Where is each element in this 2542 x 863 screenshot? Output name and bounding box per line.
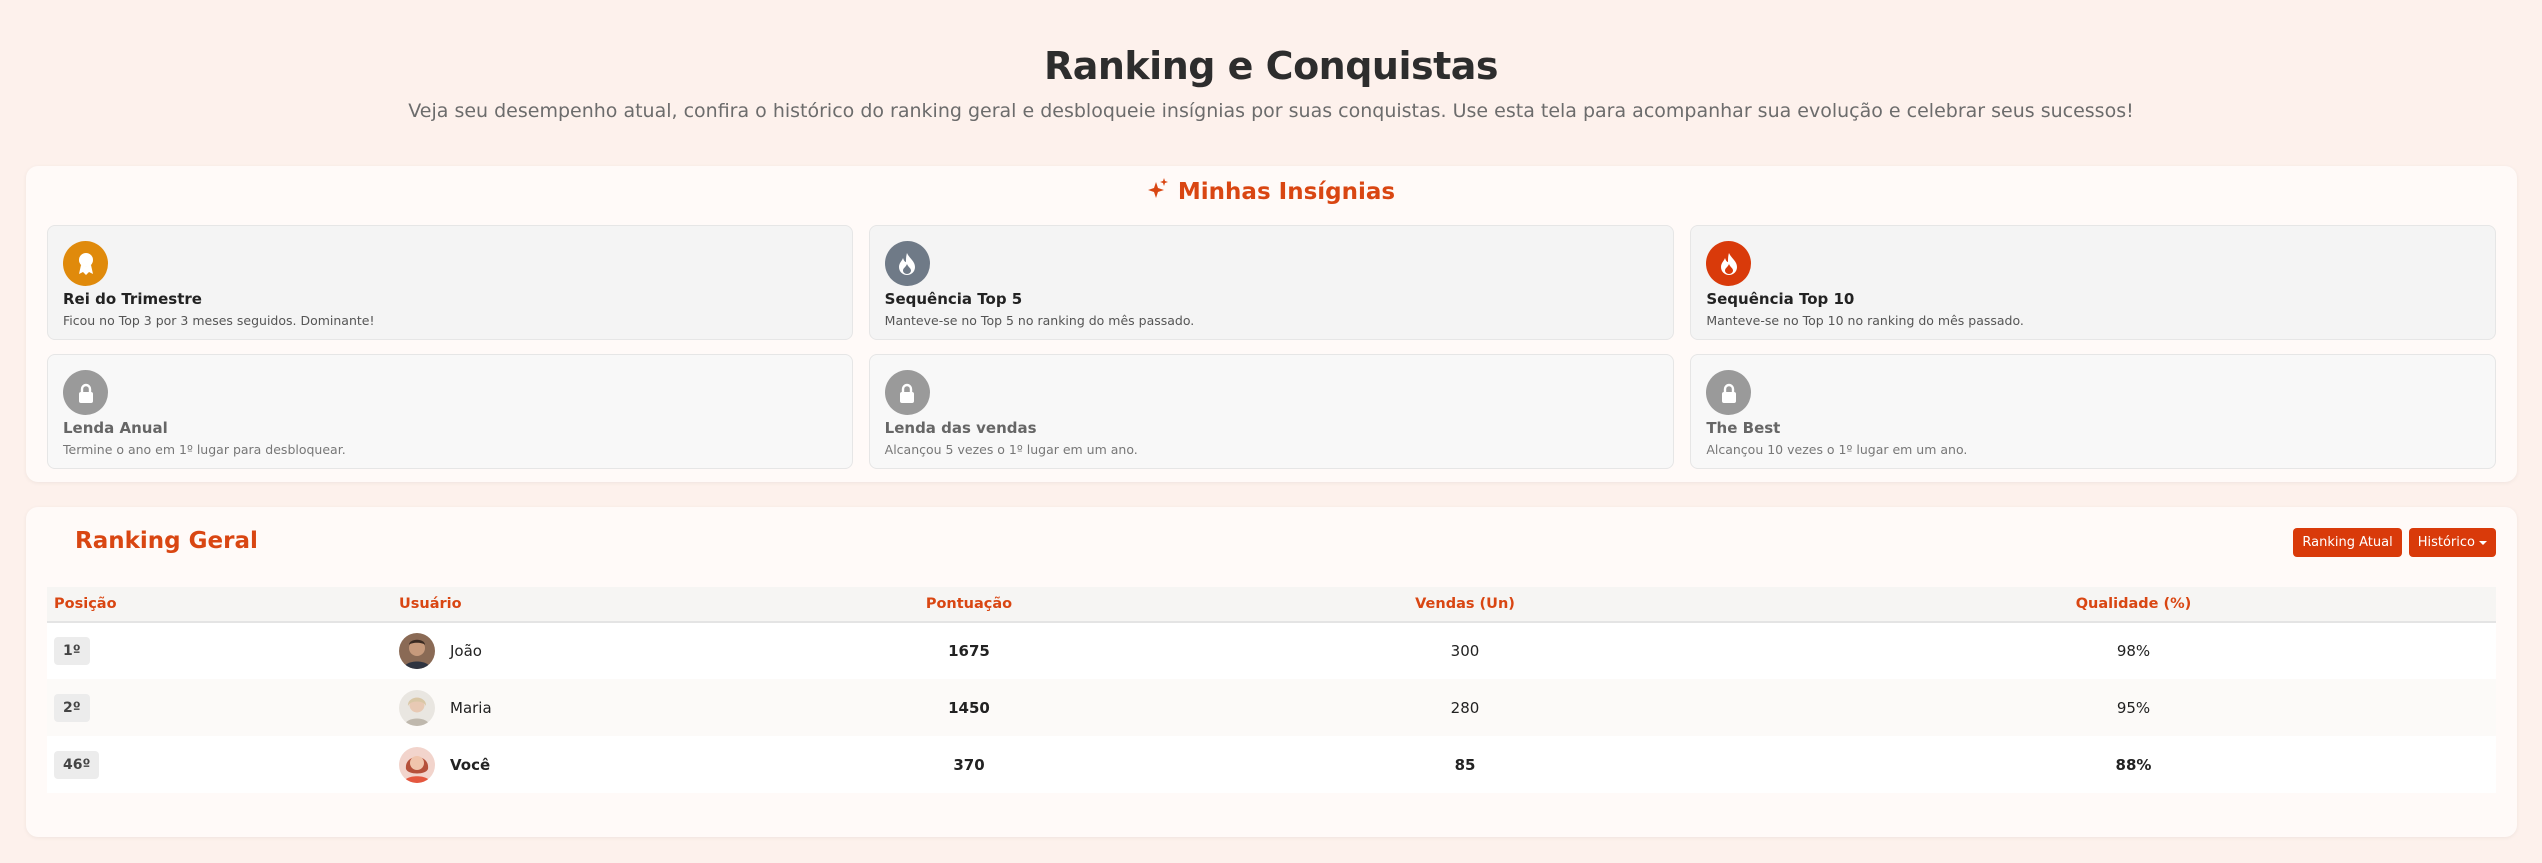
page-title: Ranking e Conquistas xyxy=(1043,44,1499,88)
column-header-position[interactable]: Posição xyxy=(47,587,399,622)
badge-lenda-anual[interactable]: Lenda Anual Termine o ano em 1º lugar pa… xyxy=(47,354,853,469)
badges-grid: Rei do Trimestre Ficou no Top 3 por 3 me… xyxy=(47,225,2496,469)
badge-sequencia-top-10[interactable]: Sequência Top 10 Manteve-se no Top 10 no… xyxy=(1690,225,2496,340)
badge-name: Lenda Anual xyxy=(63,419,168,437)
quality-cell: 98% xyxy=(2116,642,2151,660)
award-icon xyxy=(63,241,108,286)
badge-description: Alcançou 10 vezes o 1º lugar em um ano. xyxy=(1706,442,1968,457)
avatar xyxy=(399,633,435,669)
position-badge: 1º xyxy=(54,637,90,665)
badge-sequencia-top-5[interactable]: Sequência Top 5 Manteve-se no Top 5 no r… xyxy=(868,225,1675,340)
ranking-card: Ranking Geral Ranking Atual Histórico Po… xyxy=(26,507,2517,837)
badge-description: Manteve-se no Top 5 no ranking do mês pa… xyxy=(884,313,1195,328)
column-header-score[interactable]: Pontuação xyxy=(779,587,1159,622)
badge-description: Alcançou 5 vezes o 1º lugar em um ano. xyxy=(884,442,1138,457)
score-cell: 1675 xyxy=(948,642,990,660)
user-name: João xyxy=(450,642,482,660)
badge-rei-do-trimestre[interactable]: Rei do Trimestre Ficou no Top 3 por 3 me… xyxy=(47,225,853,340)
badge-description: Manteve-se no Top 10 no ranking do mês p… xyxy=(1706,313,2024,328)
user-name: Você xyxy=(450,755,491,774)
badge-name: Sequência Top 10 xyxy=(1706,290,1855,308)
score-cell: 370 xyxy=(953,755,985,774)
badges-heading: Minhas Insígnias xyxy=(26,178,2517,206)
badge-name: The Best xyxy=(1706,419,1781,437)
badges-card: Minhas Insígnias Rei do Trimestre Ficou … xyxy=(26,166,2517,482)
avatar xyxy=(399,746,435,783)
ranking-table: Posição Usuário Pontuação Vendas (Un) Qu… xyxy=(47,587,2496,793)
badge-lenda-das-vendas[interactable]: Lenda das vendas Alcançou 5 vezes o 1º l… xyxy=(868,354,1675,469)
badges-title: Minhas Insígnias xyxy=(1177,179,1396,205)
ranking-actions: Ranking Atual Histórico xyxy=(2293,528,2496,557)
quality-cell: 95% xyxy=(2116,698,2151,717)
lock-icon xyxy=(1706,370,1752,415)
column-header-quality[interactable]: Qualidade (%) xyxy=(1771,587,2496,622)
column-header-sales[interactable]: Vendas (Un) xyxy=(1159,587,1771,622)
flame-icon xyxy=(1706,241,1752,286)
caret-down-icon xyxy=(2479,540,2487,545)
quality-cell: 88% xyxy=(2115,755,2152,774)
badge-the-best[interactable]: The Best Alcançou 10 vezes o 1º lugar em… xyxy=(1690,354,2496,469)
sales-cell: 280 xyxy=(1450,698,1480,717)
table-row[interactable]: 2º Maria 1450 280 95% xyxy=(47,679,2496,736)
sales-cell: 85 xyxy=(1454,755,1476,774)
badge-description: Ficou no Top 3 por 3 meses seguidos. Dom… xyxy=(63,313,375,328)
avatar xyxy=(399,689,435,726)
badge-name: Lenda das vendas xyxy=(884,419,1037,437)
position-badge: 2º xyxy=(54,693,90,722)
table-row[interactable]: 1º João 1675 300 98% xyxy=(47,622,2496,679)
score-cell: 1450 xyxy=(948,698,990,717)
flame-icon xyxy=(884,241,930,286)
lock-icon xyxy=(884,370,930,415)
current-ranking-button[interactable]: Ranking Atual xyxy=(2293,528,2402,557)
history-button-label: Histórico xyxy=(2417,535,2475,550)
badge-name: Sequência Top 5 xyxy=(884,290,1023,308)
badge-name: Rei do Trimestre xyxy=(63,290,202,308)
page-subtitle: Veja seu desempenho atual, confira o his… xyxy=(408,100,2134,122)
page-header: Ranking e Conquistas Veja seu desempenho… xyxy=(0,0,2542,122)
column-header-user[interactable]: Usuário xyxy=(399,587,779,622)
table-header-row: Posição Usuário Pontuação Vendas (Un) Qu… xyxy=(47,587,2496,622)
sales-cell: 300 xyxy=(1450,642,1480,660)
user-name: Maria xyxy=(450,698,492,717)
history-dropdown-button[interactable]: Histórico xyxy=(2408,528,2496,557)
position-badge: 46º xyxy=(54,750,100,779)
ranking-title: Ranking Geral xyxy=(75,528,258,554)
table-row-current-user[interactable]: 46º Você 370 85 88% xyxy=(47,736,2496,793)
sparkles-icon xyxy=(1147,178,1168,206)
badge-description: Termine o ano em 1º lugar para desbloque… xyxy=(63,442,346,457)
lock-icon xyxy=(63,370,108,415)
